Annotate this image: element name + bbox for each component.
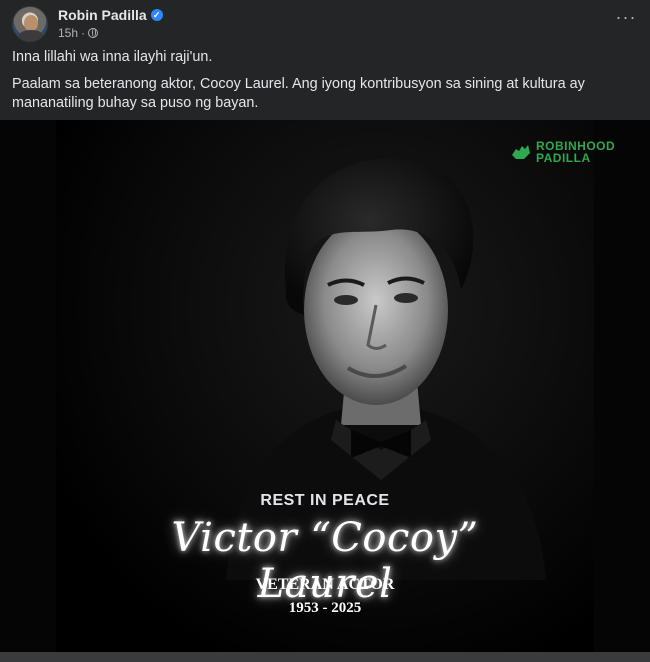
facebook-post: Robin Padilla ✓ 15h · ··· Inna lillahi w… [0, 0, 650, 662]
post-text: Inna lillahi wa inna ilayhi raji'un. Paa… [12, 48, 636, 121]
globe-icon [88, 28, 99, 38]
more-horizontal-icon: ··· [615, 7, 637, 27]
watermark-line-2: PADILLA [536, 151, 591, 165]
post-footer-divider [0, 652, 650, 662]
avatar-face [24, 15, 38, 31]
post-timestamp[interactable]: 15h [58, 26, 78, 40]
author-avatar[interactable] [12, 6, 48, 42]
avatar-body [18, 30, 44, 41]
author-name-row: Robin Padilla ✓ [58, 7, 163, 23]
post-paragraph-2: Paalam sa beteranong aktor, Cocoy Laurel… [12, 76, 585, 111]
portrait-photo [226, 158, 546, 580]
post-image[interactable]: ROBINHOOD PADILLA REST IN PEACE Victor “… [0, 120, 650, 652]
robinhood-padilla-watermark: ROBINHOOD PADILLA [510, 140, 615, 164]
rest-in-peace-text: REST IN PEACE [260, 492, 390, 509]
watermark-text: ROBINHOOD PADILLA [536, 140, 615, 164]
hand-logo-icon [512, 145, 530, 159]
verified-badge-icon: ✓ [150, 9, 163, 21]
more-options-button[interactable]: ··· [612, 7, 640, 32]
post-paragraph-1: Inna lillahi wa inna ilayhi raji'un. [12, 49, 213, 65]
memorial-graphic: ROBINHOOD PADILLA REST IN PEACE Victor “… [56, 120, 615, 652]
author-name[interactable]: Robin Padilla [58, 7, 147, 23]
deceased-role: VETERAN ACTOR [255, 576, 395, 593]
life-years: 1953 - 2025 [288, 600, 362, 616]
post-meta: 15h · [58, 26, 99, 40]
post-header: Robin Padilla ✓ 15h · ··· [12, 6, 642, 44]
meta-separator: · [81, 26, 86, 40]
